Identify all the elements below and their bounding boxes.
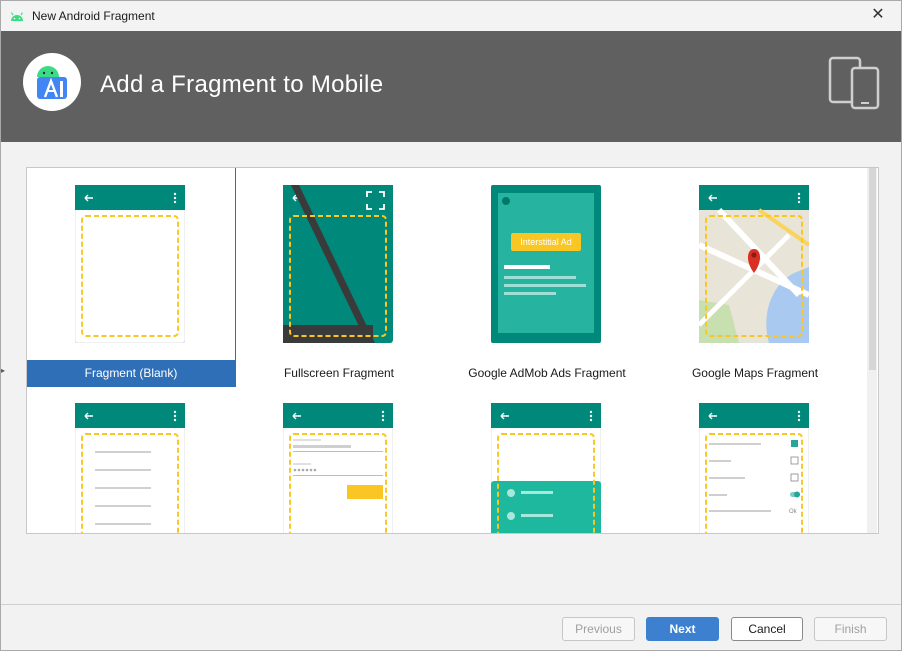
svg-text:Ok: Ok bbox=[789, 509, 798, 515]
devices-icon bbox=[828, 56, 880, 110]
template-tile-login[interactable] bbox=[235, 386, 443, 533]
cancel-button[interactable]: Cancel bbox=[731, 617, 803, 641]
admob-fragment-preview bbox=[491, 185, 601, 343]
close-icon[interactable]: ✕ bbox=[867, 4, 889, 26]
list-fragment-preview bbox=[75, 403, 185, 533]
template-tile-fullscreen[interactable]: Fullscreen Fragment bbox=[235, 168, 443, 386]
blank-fragment-preview bbox=[75, 185, 185, 343]
template-tile-list[interactable] bbox=[27, 386, 235, 533]
template-tile-fragment-blank[interactable]: Fragment (Blank) bbox=[27, 168, 236, 387]
scrollbar-thumb[interactable] bbox=[869, 168, 876, 370]
dialog-window: New Android Fragment ✕ Add a Fragment to… bbox=[0, 0, 902, 651]
fullscreen-fragment-preview bbox=[283, 185, 393, 343]
window-title: New Android Fragment bbox=[32, 9, 155, 23]
finish-button[interactable]: Finish bbox=[814, 617, 887, 641]
page-title: Add a Fragment to Mobile bbox=[100, 71, 384, 98]
gallery-scrollbar[interactable] bbox=[867, 168, 877, 533]
previous-button[interactable]: Previous bbox=[562, 617, 635, 641]
title-bar: New Android Fragment ✕ bbox=[1, 1, 901, 31]
scroll-hint-icon: ▸ bbox=[1, 366, 6, 375]
bottom-sheet-fragment-preview bbox=[491, 403, 601, 533]
template-tile-bottom-sheet[interactable] bbox=[443, 386, 651, 533]
next-button[interactable]: Next bbox=[646, 617, 719, 641]
header-banner: Add a Fragment to Mobile bbox=[1, 31, 901, 142]
template-label: Fullscreen Fragment bbox=[283, 366, 395, 380]
interstitial-ad-label: Interstitial Ad bbox=[520, 237, 572, 247]
template-tile-admob[interactable]: Interstitial Ad Google AdMob Ads Fragmen… bbox=[443, 168, 651, 386]
maps-fragment-preview bbox=[699, 185, 809, 343]
footer-bar: Previous Next Cancel Finish bbox=[1, 604, 901, 650]
template-tile-maps[interactable]: Google Maps Fragment bbox=[651, 168, 859, 386]
template-gallery: Fragment (Blank) Fullscreen Fragment Int… bbox=[26, 167, 879, 534]
settings-fragment-preview: Ok bbox=[699, 403, 809, 533]
login-fragment-preview bbox=[283, 403, 393, 533]
template-tile-settings[interactable]: Ok bbox=[651, 386, 859, 533]
android-studio-icon bbox=[37, 66, 67, 99]
template-label: Google Maps Fragment bbox=[691, 366, 819, 380]
template-label: Google AdMob Ads Fragment bbox=[468, 366, 626, 380]
template-label: Fragment (Blank) bbox=[27, 360, 235, 386]
android-icon bbox=[10, 12, 24, 21]
android-studio-logo bbox=[23, 53, 81, 111]
